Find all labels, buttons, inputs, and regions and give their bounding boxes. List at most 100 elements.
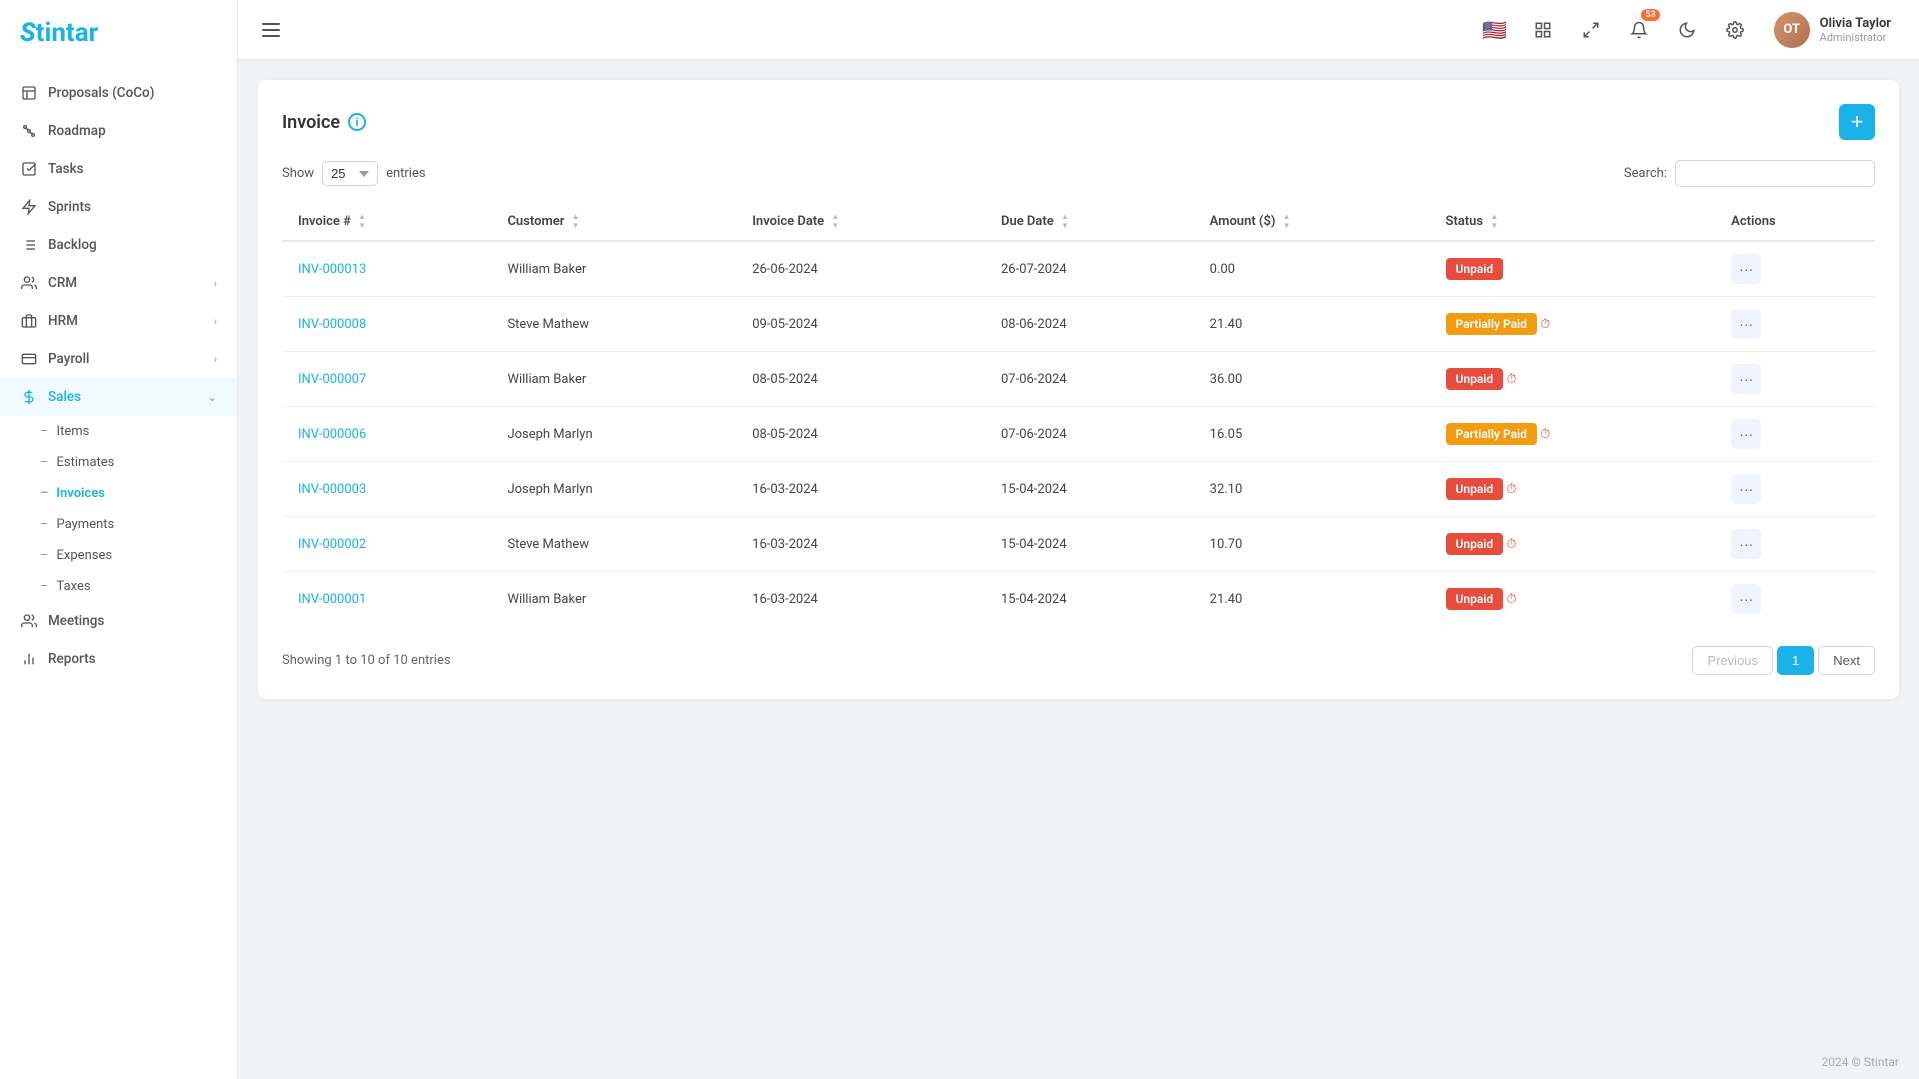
status-badge: Unpaid: [1446, 368, 1504, 390]
invoice-link[interactable]: INV-000006: [298, 427, 366, 442]
sidebar-item-sales[interactable]: Sales ⌄: [0, 378, 237, 416]
page-1-button[interactable]: 1: [1777, 646, 1814, 675]
chevron-right-icon-payroll: ›: [214, 353, 217, 366]
footer-text: 2024 © Stintar: [1822, 1055, 1899, 1069]
menu-line: [262, 23, 280, 25]
header: 🇺🇸 53: [238, 0, 1919, 60]
payroll-icon: [20, 350, 38, 368]
moon-icon: [1678, 21, 1696, 39]
sidebar-item-meetings[interactable]: Meetings: [0, 602, 237, 640]
fullscreen-button[interactable]: [1574, 13, 1608, 47]
sidebar-item-crm[interactable]: CRM ›: [0, 264, 237, 302]
cell-invoice-date: 16-03-2024: [736, 517, 985, 572]
sidebar-label-sales: Sales: [48, 389, 81, 405]
cell-actions: ···: [1715, 517, 1875, 572]
row-actions-button[interactable]: ···: [1731, 584, 1761, 614]
clock-icon: ⏱: [1506, 592, 1516, 607]
settings-button[interactable]: [1718, 13, 1752, 47]
clock-icon: ⏱: [1540, 427, 1550, 442]
table-row: INV-000007 William Baker 08-05-2024 07-0…: [282, 352, 1875, 407]
sidebar-item-sprints[interactable]: Sprints: [0, 188, 237, 226]
theme-toggle-button[interactable]: [1670, 13, 1704, 47]
sort-icon-due-date[interactable]: ▲▼: [1061, 213, 1069, 230]
invoice-link[interactable]: INV-000002: [298, 537, 366, 552]
sidebar-item-items[interactable]: Items: [0, 416, 237, 447]
status-badge: Partially Paid: [1446, 423, 1537, 445]
row-actions-button[interactable]: ···: [1731, 254, 1761, 284]
sales-subnav: Items Estimates Invoices Payments Expens…: [0, 416, 237, 602]
sidebar-label-tasks: Tasks: [48, 161, 84, 177]
search-input[interactable]: [1675, 160, 1875, 187]
previous-page-button[interactable]: Previous: [1692, 646, 1773, 675]
table-header: Invoice # ▲▼ Customer ▲▼ Invoice Date ▲▼: [282, 203, 1875, 241]
language-selector[interactable]: 🇺🇸: [1478, 13, 1512, 47]
invoice-link[interactable]: INV-000013: [298, 262, 366, 277]
chevron-right-icon-hrm: ›: [214, 315, 217, 328]
sort-icon-customer[interactable]: ▲▼: [572, 213, 580, 230]
table-header-row: Invoice # ▲▼ Customer ▲▼ Invoice Date ▲▼: [282, 203, 1875, 241]
col-due-date: Due Date ▲▼: [985, 203, 1194, 241]
flag-icon: 🇺🇸: [1482, 18, 1507, 42]
cell-invoice-date: 08-05-2024: [736, 352, 985, 407]
info-icon[interactable]: i: [348, 113, 366, 131]
taxes-label: Taxes: [57, 579, 91, 594]
notifications-button[interactable]: 53: [1622, 13, 1656, 47]
row-actions-button[interactable]: ···: [1731, 529, 1761, 559]
row-actions-button[interactable]: ···: [1731, 364, 1761, 394]
cell-customer: William Baker: [491, 572, 736, 627]
cell-due-date: 07-06-2024: [985, 407, 1194, 462]
crm-icon: [20, 274, 38, 292]
invoice-link[interactable]: INV-000007: [298, 372, 366, 387]
logo: Stintar: [0, 0, 237, 66]
row-actions-button[interactable]: ···: [1731, 309, 1761, 339]
status-badge: Unpaid: [1446, 258, 1504, 280]
apps-button[interactable]: [1526, 13, 1560, 47]
cell-invoice-num: INV-000008: [282, 297, 491, 352]
sidebar-item-backlog[interactable]: Backlog: [0, 226, 237, 264]
user-profile-section[interactable]: OT Olivia Taylor Administrator: [1766, 8, 1899, 52]
invoice-link[interactable]: INV-000008: [298, 317, 366, 332]
sidebar-label-roadmap: Roadmap: [48, 123, 106, 139]
cell-status: Unpaid ⏱: [1430, 517, 1716, 572]
sidebar-item-roadmap[interactable]: Roadmap: [0, 112, 237, 150]
add-invoice-button[interactable]: +: [1839, 104, 1875, 140]
invoice-link[interactable]: INV-000001: [298, 592, 366, 607]
table-row: INV-000001 William Baker 16-03-2024 15-0…: [282, 572, 1875, 627]
sort-icon-date[interactable]: ▲▼: [831, 213, 839, 230]
user-info: Olivia Taylor Administrator: [1820, 16, 1891, 44]
row-actions-button[interactable]: ···: [1731, 419, 1761, 449]
expand-icon: [1582, 21, 1600, 39]
entries-per-page-select[interactable]: 10 25 50 100: [322, 161, 378, 186]
sort-icon-status[interactable]: ▲▼: [1490, 213, 1498, 230]
sidebar-item-proposals[interactable]: Proposals (CoCo): [0, 74, 237, 112]
cell-customer: Steve Mathew: [491, 517, 736, 572]
clock-icon: ⏱: [1506, 372, 1516, 387]
sort-icon-amount[interactable]: ▲▼: [1283, 213, 1291, 230]
avatar: OT: [1774, 12, 1810, 48]
sidebar-item-tasks[interactable]: Tasks: [0, 150, 237, 188]
col-amount: Amount ($) ▲▼: [1194, 203, 1430, 241]
sidebar-item-expenses[interactable]: Expenses: [0, 540, 237, 571]
sidebar-item-estimates[interactable]: Estimates: [0, 447, 237, 478]
sort-icon-invoice-num[interactable]: ▲▼: [358, 213, 366, 230]
invoice-link[interactable]: INV-000003: [298, 482, 366, 497]
sidebar-item-hrm[interactable]: HRM ›: [0, 302, 237, 340]
expenses-label: Expenses: [57, 548, 113, 563]
next-page-button[interactable]: Next: [1818, 646, 1875, 675]
sidebar-item-taxes[interactable]: Taxes: [0, 571, 237, 602]
sidebar-item-reports[interactable]: Reports: [0, 640, 237, 678]
sidebar-item-payments[interactable]: Payments: [0, 509, 237, 540]
cell-actions: ···: [1715, 297, 1875, 352]
row-actions-button[interactable]: ···: [1731, 474, 1761, 504]
status-badge: Unpaid: [1446, 533, 1504, 555]
cell-invoice-num: INV-000007: [282, 352, 491, 407]
sidebar-item-invoices[interactable]: Invoices: [0, 478, 237, 509]
cell-invoice-date: 16-03-2024: [736, 572, 985, 627]
menu-toggle-button[interactable]: [258, 19, 284, 41]
content-area: Invoice i + Show 10 25 50 100 entries: [238, 60, 1919, 1045]
header-icons: 🇺🇸 53: [1478, 13, 1752, 47]
sidebar-item-payroll[interactable]: Payroll ›: [0, 340, 237, 378]
cell-customer: Joseph Marlyn: [491, 462, 736, 517]
cell-actions: ···: [1715, 241, 1875, 297]
pagination-section: Showing 1 to 10 of 10 entries Previous 1…: [282, 646, 1875, 675]
